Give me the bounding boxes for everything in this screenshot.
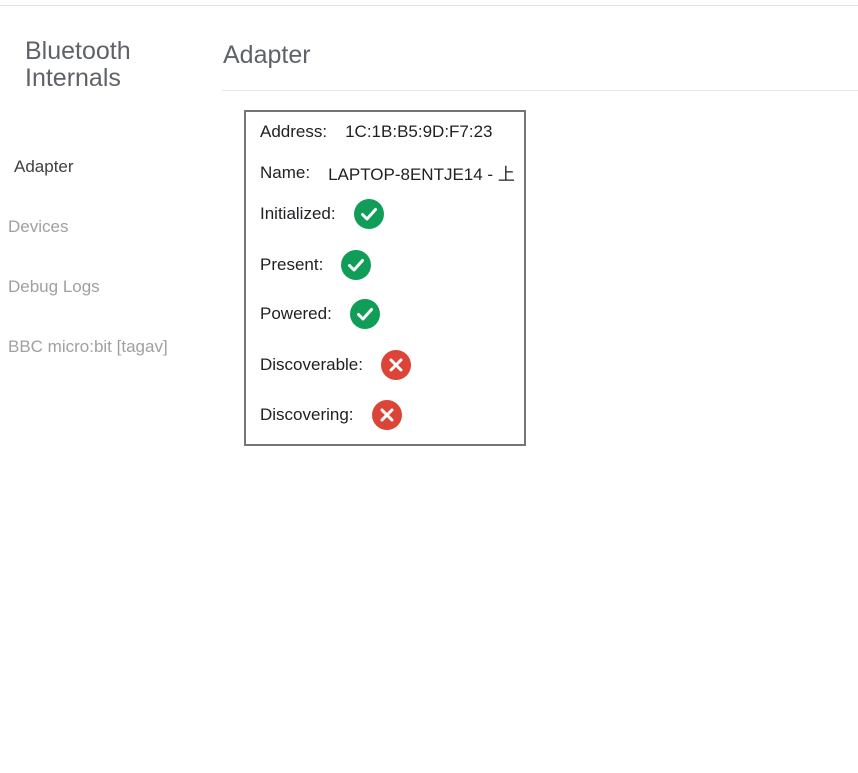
address-value: 1C:1B:B5:9D:F7:23: [345, 122, 493, 141]
name-row: Name: LAPTOP-8ENTJE14 - 上: [260, 160, 515, 185]
name-value: LAPTOP-8ENTJE14 - 上: [328, 165, 515, 184]
sidebar-item-label[interactable]: Devices: [0, 212, 168, 242]
discoverable-row: Discoverable:: [260, 350, 411, 380]
sidebar-nav: Adapter Devices Debug Logs BBC micro:bit…: [0, 152, 168, 392]
initialized-label: Initialized:: [260, 204, 336, 223]
top-divider: [0, 5, 858, 6]
discovering-row: Discovering:: [260, 400, 402, 430]
sidebar-item-adapter[interactable]: Adapter: [0, 152, 168, 212]
powered-label: Powered:: [260, 304, 332, 323]
sidebar-item-debug-logs[interactable]: Debug Logs: [0, 272, 168, 332]
address-row: Address: 1C:1B:B5:9D:F7:23: [260, 122, 493, 142]
present-row: Present:: [260, 250, 372, 280]
discovering-label: Discovering:: [260, 405, 354, 424]
title-divider: [222, 90, 858, 91]
check-circle-icon: [341, 250, 372, 280]
sidebar-item-label[interactable]: BBC micro:bit [tagav]: [0, 332, 168, 362]
x-circle-icon: [371, 400, 402, 430]
check-circle-icon: [353, 199, 384, 229]
initialized-row: Initialized:: [260, 199, 384, 229]
check-circle-icon: [349, 299, 380, 329]
present-label: Present:: [260, 255, 324, 274]
sidebar-item-device-microbit[interactable]: BBC micro:bit [tagav]: [0, 332, 168, 392]
discoverable-label: Discoverable:: [260, 355, 363, 374]
name-label: Name:: [260, 162, 311, 182]
app-title: Bluetooth Internals: [25, 37, 131, 92]
x-circle-icon: [381, 350, 411, 380]
adapter-info-panel: Address: 1C:1B:B5:9D:F7:23 Name: LAPTOP-…: [244, 110, 526, 446]
page-title: Adapter: [223, 41, 311, 69]
powered-row: Powered:: [260, 299, 380, 329]
sidebar-item-devices[interactable]: Devices: [0, 212, 168, 272]
address-label: Address:: [260, 122, 328, 141]
sidebar-item-label[interactable]: Debug Logs: [0, 272, 168, 302]
sidebar-item-label[interactable]: Adapter: [0, 152, 168, 182]
